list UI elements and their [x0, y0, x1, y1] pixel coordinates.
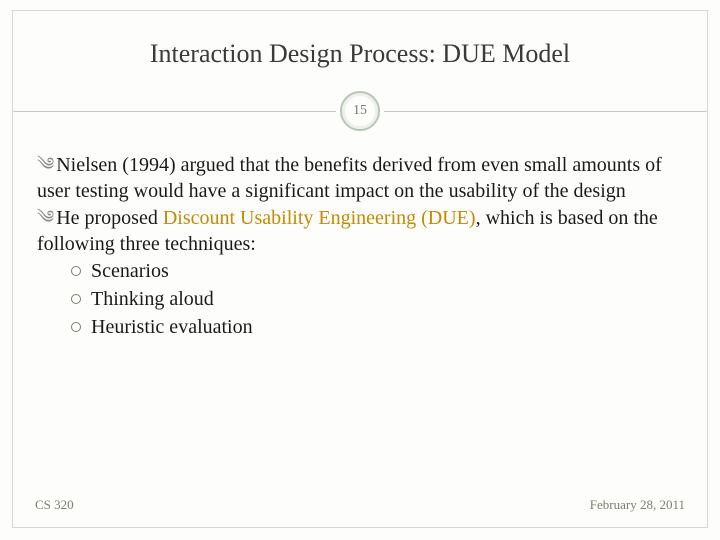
slide-title: Interaction Design Process: DUE Model — [13, 11, 707, 69]
bullet-swirl-icon: ༄ — [37, 206, 54, 229]
bullet-accent: Discount Usability Engineering (DUE) — [163, 207, 476, 229]
divider-line-right — [384, 111, 707, 112]
slide-frame: Interaction Design Process: DUE Model 15… — [12, 10, 708, 528]
footer-right: February 28, 2011 — [590, 497, 685, 513]
circle-bullet-icon — [71, 322, 81, 332]
bullet-swirl-icon: ༄ — [37, 153, 54, 176]
sub-bullet-item: Scenarios — [37, 259, 683, 285]
sub-bullet-text: Thinking aloud — [91, 288, 214, 310]
slide-body: ༄Nielsen (1994) argued that the benefits… — [13, 135, 707, 340]
bullet-lead: He proposed — [56, 207, 163, 229]
slide-footer: CS 320 February 28, 2011 — [35, 497, 685, 513]
page-number: 15 — [353, 103, 367, 119]
sub-bullet-item: Thinking aloud — [37, 287, 683, 313]
bullet-item: ༄Nielsen (1994) argued that the benefits… — [37, 153, 683, 204]
circle-bullet-icon — [71, 294, 81, 304]
sub-bullet-text: Heuristic evaluation — [91, 316, 253, 338]
bullet-lead: Nielsen (1994) — [56, 154, 180, 176]
footer-left: CS 320 — [35, 497, 74, 513]
title-divider: 15 — [13, 87, 707, 135]
sub-bullet-item: Heuristic evaluation — [37, 315, 683, 341]
bullet-item: ༄He proposed Discount Usability Engineer… — [37, 206, 683, 257]
divider-line-left — [13, 111, 336, 112]
page-number-badge: 15 — [340, 91, 380, 131]
sub-bullet-text: Scenarios — [91, 260, 169, 282]
circle-bullet-icon — [71, 266, 81, 276]
